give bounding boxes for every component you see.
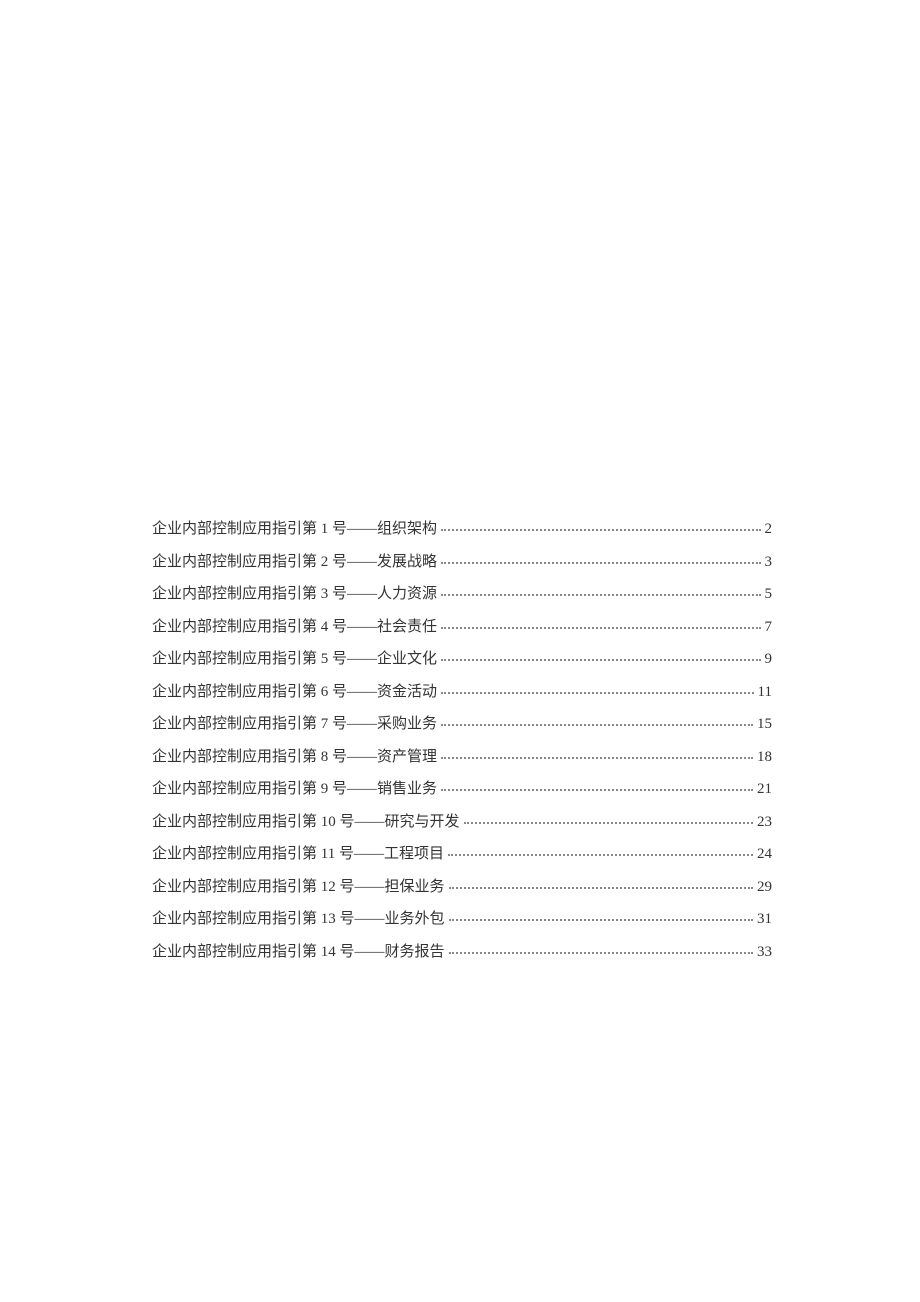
toc-leader-dots (449, 887, 753, 889)
toc-entry-title: 企业内部控制应用指引第 7 号——采购业务 (152, 713, 437, 736)
toc-entry-title: 企业内部控制应用指引第 10 号——研究与开发 (152, 811, 460, 834)
toc-entry-page: 33 (757, 941, 772, 964)
toc-leader-dots (464, 822, 753, 824)
toc-entry-title: 企业内部控制应用指引第 1 号——组织架构 (152, 518, 437, 541)
toc-entry-title: 企业内部控制应用指引第 4 号——社会责任 (152, 616, 437, 639)
toc-entry-page: 21 (757, 778, 772, 801)
toc-entry-title: 企业内部控制应用指引第 14 号——财务报告 (152, 941, 445, 964)
table-of-contents: 企业内部控制应用指引第 1 号——组织架构 2 企业内部控制应用指引第 2 号—… (152, 518, 772, 963)
toc-entry-title: 企业内部控制应用指引第 12 号——担保业务 (152, 876, 445, 899)
toc-entry: 企业内部控制应用指引第 8 号——资产管理 18 (152, 746, 772, 769)
toc-entry: 企业内部控制应用指引第 3 号——人力资源 5 (152, 583, 772, 606)
toc-entry-page: 9 (765, 648, 773, 671)
toc-leader-dots (441, 659, 760, 661)
toc-leader-dots (441, 724, 753, 726)
toc-entry-title: 企业内部控制应用指引第 13 号——业务外包 (152, 908, 445, 931)
toc-leader-dots (441, 789, 753, 791)
toc-entry-title: 企业内部控制应用指引第 11 号——工程项目 (152, 843, 444, 866)
toc-entry-page: 18 (757, 746, 772, 769)
toc-entry: 企业内部控制应用指引第 7 号——采购业务 15 (152, 713, 772, 736)
toc-entry-page: 29 (757, 876, 772, 899)
toc-entry-page: 3 (765, 551, 773, 574)
toc-leader-dots (441, 627, 760, 629)
toc-entry: 企业内部控制应用指引第 12 号——担保业务 29 (152, 876, 772, 899)
toc-entry-page: 23 (757, 811, 772, 834)
toc-leader-dots (441, 562, 760, 564)
toc-entry: 企业内部控制应用指引第 4 号——社会责任 7 (152, 616, 772, 639)
toc-leader-dots (441, 594, 760, 596)
toc-entry-page: 5 (765, 583, 773, 606)
toc-entry: 企业内部控制应用指引第 2 号——发展战略 3 (152, 551, 772, 574)
toc-leader-dots (448, 854, 753, 856)
toc-entry: 企业内部控制应用指引第 13 号——业务外包 31 (152, 908, 772, 931)
toc-entry-page: 2 (765, 518, 773, 541)
toc-entry-title: 企业内部控制应用指引第 6 号——资金活动 (152, 681, 437, 704)
toc-entry: 企业内部控制应用指引第 1 号——组织架构 2 (152, 518, 772, 541)
toc-entry-page: 24 (757, 843, 772, 866)
toc-entry-title: 企业内部控制应用指引第 3 号——人力资源 (152, 583, 437, 606)
toc-entry-title: 企业内部控制应用指引第 8 号——资产管理 (152, 746, 437, 769)
toc-leader-dots (441, 529, 760, 531)
toc-entry-page: 15 (757, 713, 772, 736)
toc-entry-page: 7 (765, 616, 773, 639)
toc-entry-title: 企业内部控制应用指引第 9 号——销售业务 (152, 778, 437, 801)
toc-entry: 企业内部控制应用指引第 11 号——工程项目 24 (152, 843, 772, 866)
toc-entry-title: 企业内部控制应用指引第 2 号——发展战略 (152, 551, 437, 574)
toc-entry: 企业内部控制应用指引第 9 号——销售业务 21 (152, 778, 772, 801)
toc-leader-dots (449, 919, 753, 921)
document-page: 企业内部控制应用指引第 1 号——组织架构 2 企业内部控制应用指引第 2 号—… (0, 0, 920, 963)
toc-entry: 企业内部控制应用指引第 6 号——资金活动 11 (152, 681, 772, 704)
toc-entry-page: 11 (758, 681, 772, 704)
toc-entry: 企业内部控制应用指引第 5 号——企业文化 9 (152, 648, 772, 671)
toc-entry-page: 31 (757, 908, 772, 931)
toc-entry-title: 企业内部控制应用指引第 5 号——企业文化 (152, 648, 437, 671)
toc-leader-dots (449, 952, 753, 954)
toc-leader-dots (441, 692, 754, 694)
toc-entry: 企业内部控制应用指引第 14 号——财务报告 33 (152, 941, 772, 964)
toc-leader-dots (441, 757, 753, 759)
toc-entry: 企业内部控制应用指引第 10 号——研究与开发 23 (152, 811, 772, 834)
